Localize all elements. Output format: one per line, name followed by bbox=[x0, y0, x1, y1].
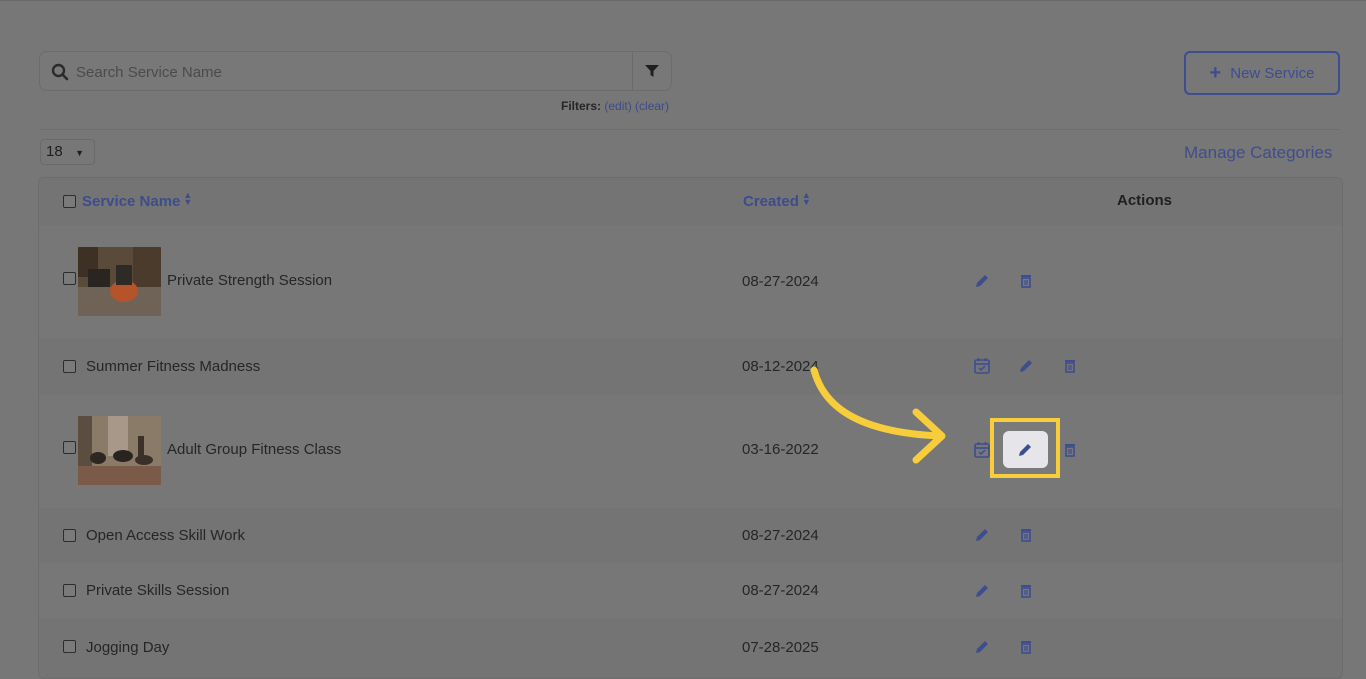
column-header-actions: Actions bbox=[1117, 192, 1173, 209]
service-thumbnail bbox=[78, 247, 161, 316]
calendar-icon[interactable] bbox=[973, 441, 991, 459]
column-name-label: Service Name bbox=[82, 193, 181, 210]
pointer-arrow-icon bbox=[810, 366, 946, 464]
new-service-button[interactable]: + New Service bbox=[1184, 51, 1340, 95]
search-box bbox=[39, 51, 672, 92]
edit-icon[interactable] bbox=[973, 526, 991, 544]
column-created-label: Created bbox=[743, 193, 799, 210]
edit-icon[interactable] bbox=[973, 582, 991, 600]
edit-button-highlighted[interactable] bbox=[1003, 431, 1048, 468]
trash-icon[interactable] bbox=[1017, 526, 1035, 544]
sort-icon: ▲ ▼ bbox=[183, 190, 193, 207]
page-size-select[interactable]: 18 ▼ bbox=[40, 139, 95, 165]
table-row: Private Strength Session 08-27-2024 bbox=[39, 225, 1342, 338]
table-row: Adult Group Fitness Class 03-16-2022 bbox=[39, 395, 1342, 508]
service-name[interactable]: Private Strength Session bbox=[167, 272, 332, 289]
column-header-name[interactable]: Service Name ▲ ▼ bbox=[82, 190, 193, 211]
divider bbox=[39, 129, 1340, 130]
trash-icon[interactable] bbox=[1017, 638, 1035, 656]
row-checkbox[interactable] bbox=[63, 360, 76, 373]
trash-icon[interactable] bbox=[1017, 272, 1035, 290]
sort-icon: ▲ ▼ bbox=[801, 190, 811, 207]
search-input[interactable] bbox=[74, 52, 638, 92]
service-name[interactable]: Jogging Day bbox=[86, 639, 169, 656]
created-date: 08-27-2024 bbox=[742, 527, 819, 544]
filters-clear-link[interactable]: (clear) bbox=[635, 99, 669, 113]
search-icon bbox=[51, 63, 69, 81]
created-date: 08-27-2024 bbox=[742, 582, 819, 599]
services-table: Service Name ▲ ▼ Created ▲ ▼ Actions Private… bbox=[38, 177, 1343, 679]
row-checkbox[interactable] bbox=[63, 584, 76, 597]
service-name[interactable]: Private Skills Session bbox=[86, 582, 229, 599]
filter-icon bbox=[645, 65, 659, 77]
table-row: Private Skills Session 08-27-2024 bbox=[39, 563, 1342, 619]
edit-icon[interactable] bbox=[973, 638, 991, 656]
row-checkbox[interactable] bbox=[63, 441, 76, 454]
select-all-checkbox[interactable] bbox=[63, 195, 76, 208]
row-checkbox[interactable] bbox=[63, 640, 76, 653]
service-thumbnail bbox=[78, 416, 161, 485]
table-row: Open Access Skill Work 08-27-2024 bbox=[39, 508, 1342, 563]
filters-edit-link[interactable]: (edit) bbox=[604, 99, 631, 113]
created-date: 08-27-2024 bbox=[742, 273, 819, 290]
new-service-label: New Service bbox=[1230, 64, 1315, 82]
edit-icon[interactable] bbox=[1017, 357, 1035, 375]
top-border bbox=[0, 0, 1366, 1]
service-name[interactable]: Open Access Skill Work bbox=[86, 527, 245, 544]
edit-icon[interactable] bbox=[973, 272, 991, 290]
edit-icon bbox=[1019, 444, 1031, 456]
filter-button[interactable] bbox=[632, 52, 671, 90]
row-checkbox[interactable] bbox=[63, 272, 76, 285]
calendar-icon[interactable] bbox=[973, 357, 991, 375]
plus-icon: + bbox=[1209, 62, 1222, 84]
manage-categories-link[interactable]: Manage Categories bbox=[1184, 143, 1332, 163]
service-name[interactable]: Summer Fitness Madness bbox=[86, 358, 260, 375]
service-name[interactable]: Adult Group Fitness Class bbox=[167, 441, 341, 458]
table-header: Service Name ▲ ▼ Created ▲ ▼ Actions bbox=[39, 178, 1342, 225]
table-row: Jogging Day 07-28-2025 bbox=[39, 619, 1342, 678]
created-date: 07-28-2025 bbox=[742, 639, 819, 656]
filters-line: Filters: (edit) (clear) bbox=[561, 99, 669, 113]
trash-icon[interactable] bbox=[1017, 582, 1035, 600]
caret-down-icon: ▼ bbox=[75, 148, 84, 158]
column-header-created[interactable]: Created ▲ ▼ bbox=[743, 190, 811, 211]
filters-label: Filters: bbox=[561, 99, 602, 113]
table-row: Summer Fitness Madness 08-12-2024 bbox=[39, 338, 1342, 395]
trash-icon[interactable] bbox=[1061, 357, 1079, 375]
trash-icon[interactable] bbox=[1061, 441, 1079, 459]
page-size-value: 18 bbox=[46, 143, 63, 160]
row-checkbox[interactable] bbox=[63, 529, 76, 542]
